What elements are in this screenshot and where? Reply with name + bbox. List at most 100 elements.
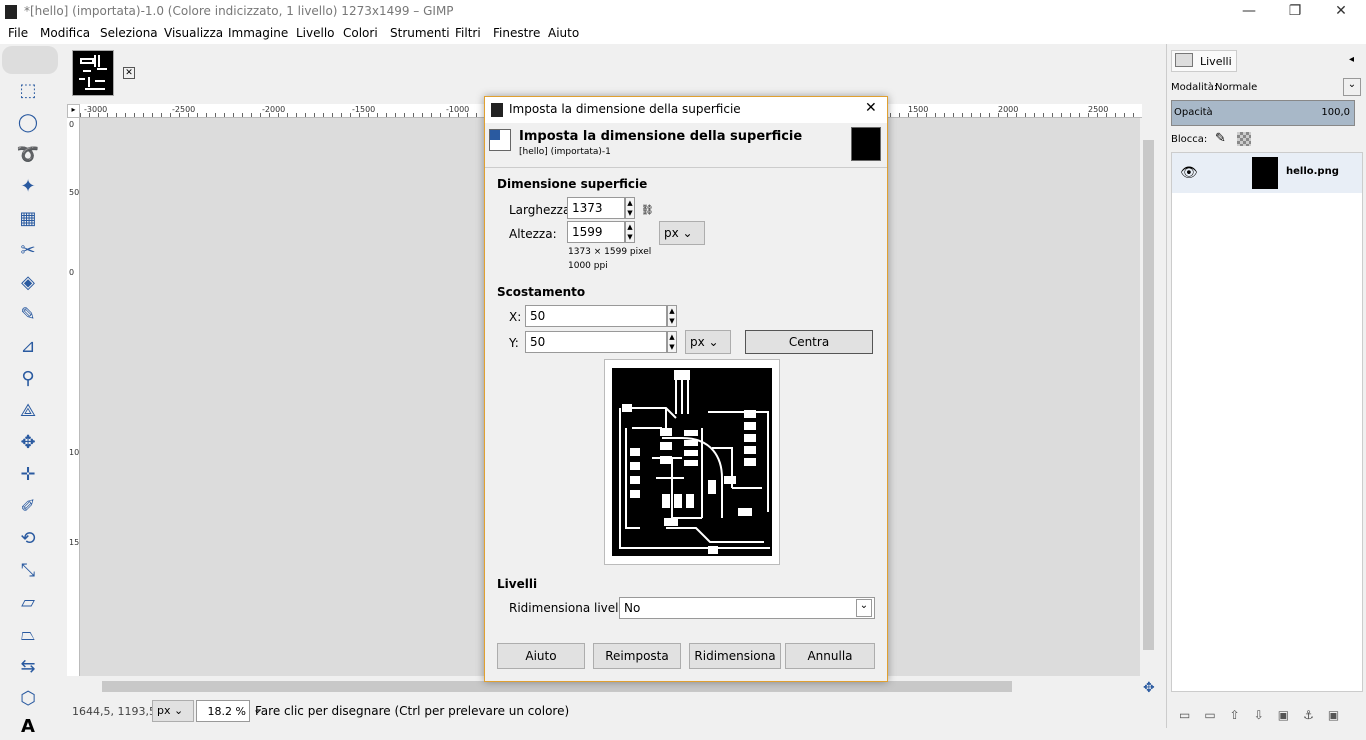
- crop-icon[interactable]: ✐: [14, 492, 42, 520]
- offset-x-input[interactable]: 50: [525, 305, 667, 327]
- menu-immagine[interactable]: Immagine: [228, 26, 288, 40]
- offset-y-spinner[interactable]: ▲ ▼: [667, 331, 677, 353]
- vertical-scrollbar[interactable]: [1140, 118, 1157, 676]
- close-tab-icon[interactable]: ✕: [123, 67, 135, 79]
- opacity-slider[interactable]: Opacità 100,0: [1171, 100, 1355, 126]
- pointer-coordinates: 1644,5, 1193,5: [72, 705, 156, 718]
- ruler-corner-icon[interactable]: ▸: [67, 104, 80, 118]
- pcb-preview-image: [612, 368, 772, 556]
- layers-section-label: Livelli: [497, 577, 538, 591]
- menu-strumenti[interactable]: Strumenti: [390, 26, 450, 40]
- zoom-field[interactable]: 18.2 %: [196, 700, 250, 722]
- navigate-icon[interactable]: ✥: [1143, 680, 1155, 696]
- horizontal-scroll-thumb[interactable]: [102, 681, 1012, 692]
- menu-modifica[interactable]: Modifica: [40, 26, 90, 40]
- tab-livelli-label: Livelli: [1200, 55, 1232, 68]
- paths-icon[interactable]: ✎: [14, 300, 42, 328]
- layer-actions-toolbar[interactable]: ▭▭⇧⇩▣⚓▣: [1179, 708, 1353, 722]
- minimize-button[interactable]: —: [1226, 0, 1272, 24]
- align-icon[interactable]: ✛: [14, 460, 42, 488]
- offset-preview[interactable]: [604, 359, 780, 565]
- mode-label: Modalità:: [1171, 82, 1218, 93]
- help-button[interactable]: Aiuto: [497, 643, 585, 669]
- scale-icon[interactable]: ⤡: [14, 556, 42, 584]
- mode-value[interactable]: Normale: [1215, 82, 1257, 93]
- image-tab-strip: [62, 44, 1166, 102]
- offset-unit-value: px: [690, 335, 705, 349]
- layers-tab-icon: [1175, 53, 1193, 67]
- zoom-value: 18.2 %: [207, 705, 246, 718]
- visibility-eye-icon[interactable]: 👁: [1180, 165, 1198, 181]
- menu-aiuto[interactable]: Aiuto: [548, 26, 579, 40]
- width-input[interactable]: 1373: [567, 197, 625, 219]
- window-title: *[hello] (importata)-1.0 (Colore indiciz…: [24, 4, 454, 18]
- restore-button[interactable]: ❐: [1272, 0, 1318, 24]
- width-spinner[interactable]: ▲ ▼: [625, 197, 635, 219]
- mode-dropdown-icon[interactable]: ⌄: [1343, 78, 1361, 96]
- lock-label: Blocca:: [1171, 134, 1208, 145]
- dialog-close-icon[interactable]: ✕: [865, 100, 877, 116]
- layers-list: 👁 hello.png: [1171, 152, 1363, 692]
- resize-layers-label: Ridimensiona livelli:: [509, 601, 630, 615]
- layers-dock: Livelli ◂ Modalità: Normale ⌄ Opacità 10…: [1166, 44, 1366, 728]
- cage-transform-icon[interactable]: ⬡: [14, 684, 42, 712]
- center-button[interactable]: Centra: [745, 330, 873, 354]
- perspective-icon[interactable]: ⏢: [14, 620, 42, 648]
- title-bar: *[hello] (importata)-1.0 (Colore indiciz…: [0, 0, 1366, 24]
- unit-selector[interactable]: px ⌄: [152, 700, 194, 722]
- height-spinner[interactable]: ▲ ▼: [625, 221, 635, 243]
- size-section-label: Dimensione superficie: [497, 177, 648, 191]
- ruler-label: 500: [69, 188, 80, 197]
- color-picker-icon[interactable]: ⊿: [14, 332, 42, 360]
- rect-select-icon[interactable]: ⬚: [14, 76, 42, 104]
- close-button[interactable]: ✕: [1318, 0, 1364, 24]
- offset-y-input[interactable]: 50: [525, 331, 667, 353]
- canvas-size-icon: [489, 129, 511, 151]
- ellipse-select-icon[interactable]: ◯: [14, 108, 42, 136]
- header-image-thumbnail-icon: [851, 127, 881, 161]
- image-tab-thumbnail[interactable]: [72, 50, 114, 96]
- resize-layers-select[interactable]: No ⌄: [619, 597, 875, 619]
- ruler-label: 0: [69, 268, 75, 277]
- cancel-button[interactable]: Annulla: [785, 643, 875, 669]
- scissors-select-icon[interactable]: ✂: [14, 236, 42, 264]
- menu-visualizza[interactable]: Visualizza: [164, 26, 223, 40]
- color-select-icon[interactable]: ▦: [14, 204, 42, 232]
- menu-filtri[interactable]: Filtri: [455, 26, 481, 40]
- vertical-scroll-thumb[interactable]: [1143, 140, 1154, 650]
- shear-icon[interactable]: ▱: [14, 588, 42, 616]
- status-message: Fare clic per disegnare (Ctrl per prelev…: [255, 704, 570, 718]
- canvas-size-dialog: Imposta la dimensione della superficie ✕…: [484, 96, 888, 682]
- menu-file[interactable]: File: [8, 26, 28, 40]
- offset-x-spinner[interactable]: ▲ ▼: [667, 305, 677, 327]
- menu-finestre[interactable]: Finestre: [493, 26, 540, 40]
- dialog-titlebar: Imposta la dimensione della superficie ✕: [485, 97, 887, 123]
- height-input[interactable]: 1599: [567, 221, 625, 243]
- fuzzy-select-icon[interactable]: ✦: [14, 172, 42, 200]
- opacity-value: 100,0: [1321, 107, 1350, 118]
- reset-button[interactable]: Reimposta: [593, 643, 681, 669]
- free-select-icon[interactable]: ➰: [14, 140, 42, 168]
- ruler-label: 1000: [69, 448, 80, 457]
- rotate-icon[interactable]: ⟲: [14, 524, 42, 552]
- menu-seleziona[interactable]: Seleziona: [100, 26, 158, 40]
- offset-unit-selector[interactable]: px ⌄: [685, 330, 731, 354]
- layer-row[interactable]: 👁 hello.png: [1172, 153, 1362, 193]
- menu-bar: File Modifica Seleziona Visualizza Immag…: [0, 24, 1366, 44]
- resolution-info: 1000 ppi: [568, 261, 608, 271]
- foreground-select-icon[interactable]: ◈: [14, 268, 42, 296]
- text-tool-icon[interactable]: A: [14, 712, 42, 740]
- move-icon[interactable]: ✥: [14, 428, 42, 456]
- size-unit-selector[interactable]: px ⌄: [659, 221, 705, 245]
- menu-colori[interactable]: Colori: [343, 26, 378, 40]
- lock-pixels-icon[interactable]: ✎: [1215, 131, 1226, 146]
- unit-value: px: [157, 704, 171, 717]
- flip-icon[interactable]: ⇆: [14, 652, 42, 680]
- measure-icon[interactable]: ⟁: [14, 396, 42, 424]
- resize-button[interactable]: Ridimensiona: [689, 643, 781, 669]
- chain-link-icon[interactable]: ⛓: [641, 205, 654, 216]
- dock-menu-icon[interactable]: ◂: [1349, 54, 1354, 65]
- lock-alpha-icon[interactable]: [1237, 132, 1251, 146]
- zoom-icon[interactable]: ⚲: [14, 364, 42, 392]
- menu-livello[interactable]: Livello: [296, 26, 335, 40]
